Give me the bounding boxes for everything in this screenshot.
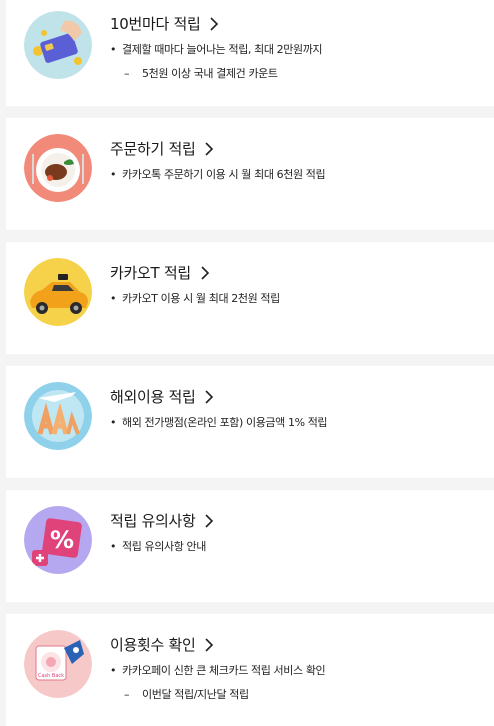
description-text: 카카오페이 신한 큰 체크카드 적립 서비스 확인 xyxy=(122,664,326,677)
description-line: • 해외 전가맹점(온라인 포함) 이용금액 1% 적립 xyxy=(110,411,328,435)
description-subtext: 5천원 이상 국내 결제건 카운트 xyxy=(142,67,278,80)
card-title-text: 이용횟수 확인 xyxy=(110,636,196,654)
bullet: • xyxy=(110,43,117,56)
card-title: 카카오T 적립 xyxy=(110,262,211,283)
svg-text:%: % xyxy=(50,526,74,554)
description-subtext: 이번달 적립/지난달 적립 xyxy=(142,688,249,701)
description-subline: –5천원 이상 국내 결제건 카운트 xyxy=(110,62,322,86)
bullet: • xyxy=(110,168,117,181)
benefit-card-every-10th[interactable]: 10번마다 적립 • 결제할 때마다 늘어나는 적립, 최대 2만원까지 –5천원… xyxy=(6,0,494,106)
cashback-icon: Cash Back xyxy=(24,630,92,698)
description-subline: – 이번달 적립/지난달 적립 xyxy=(110,683,325,707)
chevron-right-icon xyxy=(205,389,214,404)
benefit-card-notice[interactable]: % 적립 유의사항 • 적립 유의사항 안내 xyxy=(6,490,494,602)
description-line: • 결제할 때마다 늘어나는 적립, 최대 2만원까지 xyxy=(110,38,323,62)
airplane-icon xyxy=(24,382,92,450)
card-title: 해외이용 적립 xyxy=(110,386,215,407)
card-title: 10번마다 적립 xyxy=(110,13,220,34)
card-title-text: 카카오T 적립 xyxy=(110,264,191,282)
description-line: • 카카오톡 주문하기 이용 시 월 최대 6천원 적립 xyxy=(110,163,326,187)
chevron-right-icon xyxy=(205,141,214,156)
card-payment-icon xyxy=(24,11,92,79)
description-line: • 카카오T 이용 시 월 최대 2천원 적립 xyxy=(110,287,280,311)
benefit-card-usage-count[interactable]: Cash Back 이용횟수 확인 • 카카오페이 신한 큰 체크카드 적립 서비… xyxy=(6,614,494,726)
chevron-right-icon xyxy=(201,265,209,280)
bullet: • xyxy=(110,664,117,677)
card-title: 주문하기 적립 xyxy=(110,138,215,159)
card-description: • 카카오페이 신한 큰 체크카드 적립 서비스 확인 – 이번달 적립/지난달 적… xyxy=(110,659,326,707)
food-plate-icon xyxy=(24,134,92,202)
chevron-right-icon xyxy=(205,637,214,652)
card-title: 적립 유의사항 xyxy=(110,510,215,531)
card-description: • 적립 유의사항 안내 xyxy=(110,535,206,559)
card-description: • 카카오톡 주문하기 이용 시 월 최대 6천원 적립 xyxy=(110,163,326,187)
card-title-text: 해외이용 적립 xyxy=(110,388,196,406)
card-title-text: 적립 유의사항 xyxy=(110,512,196,530)
description-text: 결제할 때마다 늘어나는 적립, 최대 2만원까지 xyxy=(122,43,323,56)
chevron-right-icon xyxy=(210,16,219,31)
description-text: 적립 유의사항 안내 xyxy=(122,540,206,553)
benefit-card-kakao-t[interactable]: 카카오T 적립 • 카카오T 이용 시 월 최대 2천원 적립 xyxy=(6,242,494,354)
bullet: • xyxy=(110,540,117,553)
chevron-right-icon xyxy=(205,513,214,528)
benefit-list: 10번마다 적립 • 결제할 때마다 늘어나는 적립, 최대 2만원까지 –5천원… xyxy=(0,0,494,726)
benefit-card-order[interactable]: 주문하기 적립 • 카카오톡 주문하기 이용 시 월 최대 6천원 적립 xyxy=(6,118,494,230)
card-description: • 해외 전가맹점(온라인 포함) 이용금액 1% 적립 xyxy=(110,411,328,435)
description-line: • 적립 유의사항 안내 xyxy=(110,535,206,559)
benefit-card-overseas[interactable]: 해외이용 적립 • 해외 전가맹점(온라인 포함) 이용금액 1% 적립 xyxy=(6,366,494,478)
bullet: • xyxy=(110,292,117,305)
card-title: 이용횟수 확인 xyxy=(110,634,215,655)
taxi-icon xyxy=(24,258,92,326)
description-text: 카카오T 이용 시 월 최대 2천원 적립 xyxy=(122,292,280,305)
bullet: • xyxy=(110,416,117,429)
percent-icon: % xyxy=(24,506,92,574)
description-line: • 카카오페이 신한 큰 체크카드 적립 서비스 확인 xyxy=(110,659,326,683)
card-title-text: 10번마다 적립 xyxy=(110,15,201,33)
dash: – xyxy=(124,67,130,80)
description-text: 카카오톡 주문하기 이용 시 월 최대 6천원 적립 xyxy=(122,168,326,181)
dash: – xyxy=(124,688,130,701)
card-title-text: 주문하기 적립 xyxy=(110,140,196,158)
description-text: 해외 전가맹점(온라인 포함) 이용금액 1% 적립 xyxy=(122,416,328,429)
cashback-logo-text: Cash Back xyxy=(38,673,64,679)
card-description: • 결제할 때마다 늘어나는 적립, 최대 2만원까지 –5천원 이상 국내 결제… xyxy=(110,38,323,86)
card-description: • 카카오T 이용 시 월 최대 2천원 적립 xyxy=(110,287,280,311)
